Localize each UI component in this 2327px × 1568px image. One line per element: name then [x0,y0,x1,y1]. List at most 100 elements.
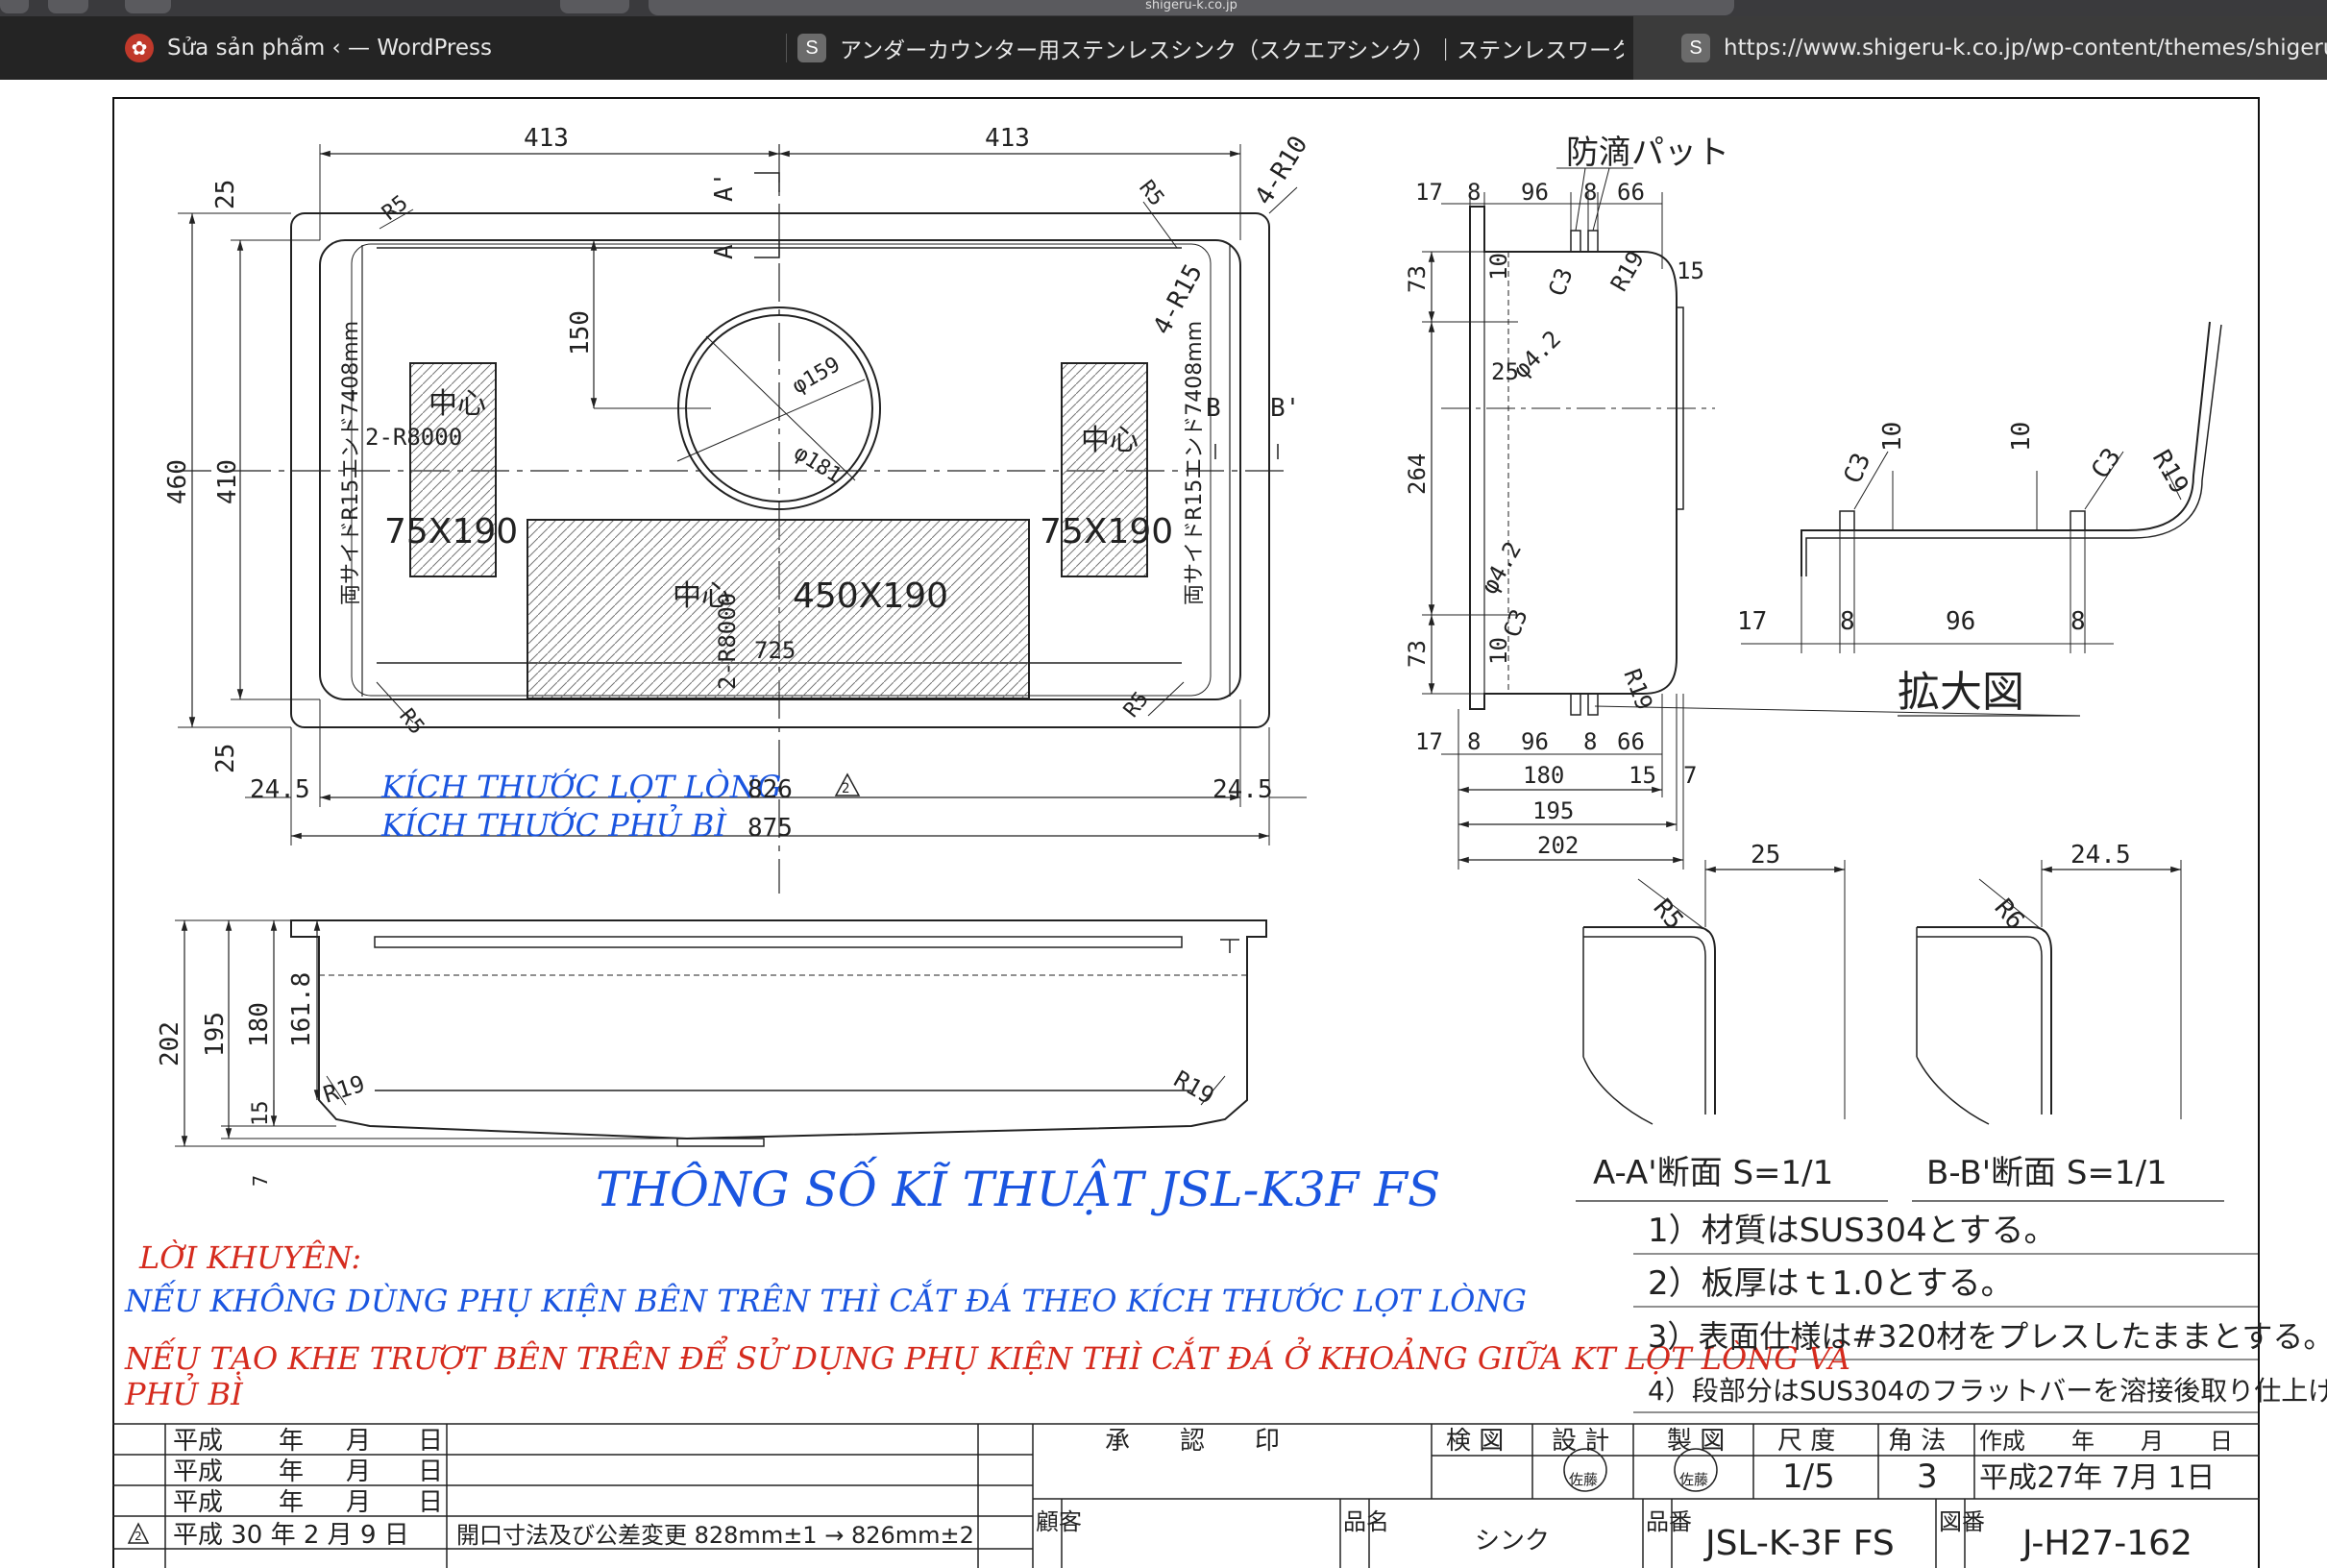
side-dim-25: 25 [1491,358,1519,385]
era-row-1: 平成 [173,1427,223,1456]
dim-460: 460 [163,459,192,504]
side-bot-dim-17: 17 [1415,728,1443,755]
design-stamp: 佐藤 [1569,1471,1598,1488]
section-a2-label: A' [710,172,739,202]
side-dim-15-bottom: 15 [1629,762,1656,789]
day-row-1: 日 [418,1427,443,1456]
dim-24-5-left: 24.5 [250,775,310,804]
month-row-3: 月 [346,1488,371,1517]
dim-410: 410 [213,459,242,504]
side-top-dim-8a: 8 [1467,179,1481,206]
center-pad [527,519,1030,699]
section-aa-dim: 25 [1751,841,1780,870]
product-code: JSL-K-3F FS [1703,1524,1895,1563]
r5-bottom-right: R5 [1119,687,1154,722]
dim-25-bottom: 25 [211,744,240,773]
detail-label: 拡大図 [1898,668,2024,717]
section-bb-radius: R6 [1989,894,2030,935]
side-phi-bottom: φ4.2 [1476,537,1527,599]
revision-row-mark: 2 [135,1530,142,1543]
side-top-dim-96: 96 [1521,179,1549,206]
outer-size-label: KÍCH THƯỚC PHỦ BÌ [380,804,727,844]
side-dim-7: 7 [1683,762,1697,789]
dim-195-front: 195 [201,1012,230,1057]
side-note-left: 両サイドR15エンド7408mm [339,321,363,605]
scale-value: 1/5 [1782,1458,1835,1496]
r19-front-left: R19 [320,1070,368,1109]
dim-4r10: 4-R10 [1249,131,1313,209]
revision-description: 開口寸法及び公差変更 828mm±1 → 826mm±2 [456,1522,974,1549]
detail-r19: R19 [2146,446,2193,500]
drawing-number: J-H27-162 [2021,1524,2192,1563]
front-view-outline [290,919,1267,1140]
section-a-label: A [710,244,739,259]
product-name: シンク [1475,1527,1550,1556]
draw-stamp: 佐藤 [1679,1471,1708,1488]
technical-drawing: 413 413 4-R10 4-R15 R5 R5 R5 R5 25 25 46… [112,124,2327,1568]
detail-dim-8b: 8 [2070,607,2086,636]
side-dim-195: 195 [1532,797,1574,824]
scale-label: 尺 度 [1777,1427,1835,1456]
dim-phi181: φ181 [790,441,845,488]
dim-413-left: 413 [524,124,569,153]
side-bot-dim-8a: 8 [1467,728,1481,755]
year-row-3: 年 [279,1488,304,1517]
month-row-2: 月 [346,1458,371,1486]
note-2: 2）板厚はｔ1.0とする。 [1648,1264,2014,1303]
advice-line-2a: NẾU TẠO KHE TRƯỢT BÊN TRÊN ĐỂ SỬ DỤNG PH… [124,1335,1850,1377]
detail-dim-10-left: 10 [1878,422,1907,452]
dim-202-front: 202 [156,1021,184,1066]
pad-size-center: 450X190 [793,576,948,616]
dim-25-top: 25 [211,180,240,209]
side-r19-top: R19 [1605,246,1650,296]
side-dim-15-top: 15 [1677,257,1704,284]
design-label: 設 計 [1552,1427,1609,1456]
angle-value: 3 [1917,1458,1938,1496]
r5-bottom-left: R5 [394,704,429,739]
dim-15-front: 15 [249,1101,273,1127]
detail-dim-17: 17 [1737,607,1767,636]
dim-24-5-right: 24.5 [1212,775,1273,804]
section-b-label: B [1206,394,1221,423]
era-row-3: 平成 [173,1488,223,1517]
dim-725: 725 [754,637,796,664]
advice-title: LỜI KHUYÊN: [138,1239,361,1276]
year-row-1: 年 [279,1427,304,1456]
created-date: 平成27年 7月 1日 [1979,1461,2215,1495]
revision-mark: 2 [842,781,849,796]
section-b2-label: B' [1270,394,1300,423]
day-row-2: 日 [418,1458,443,1486]
side-bot-dim-66: 66 [1617,728,1645,755]
dim-161-8-front: 161.8 [287,972,316,1047]
draw-label: 製 図 [1667,1427,1725,1456]
side-top-dim-66: 66 [1617,179,1645,206]
detail-c3-right: C3 [2086,443,2127,484]
drawing-no-label: 図番 [1939,1508,1985,1535]
note-4: 4）段部分はSUS304のフラットバーを溶接後取り仕上げとする。 [1648,1375,2327,1407]
client-label: 顧客 [1036,1508,1082,1535]
era-row-2: 平成 [173,1458,223,1486]
side-dim-10-top: 10 [1485,253,1512,281]
day-row-3: 日 [418,1488,443,1517]
side-note-right: 両サイドR15エンド7408mm [1183,321,1207,605]
dim-875: 875 [747,814,793,843]
side-view-title: 防滴パット [1566,134,1729,172]
side-bot-dim-96: 96 [1521,728,1549,755]
detail-dim-8a: 8 [1840,607,1855,636]
side-c3-bottom: C3 [1498,605,1532,641]
spec-title: THÔNG SỐ KĨ THUẬT JSL-K3F FS [596,1155,1440,1217]
dim-r8000-left: 2-R8000 [365,424,462,451]
dim-180-front: 180 [245,1002,274,1047]
side-top-dim-17: 17 [1415,179,1443,206]
dim-826: 826 [747,775,793,804]
dim-7-front: 7 [249,1175,272,1187]
detail-c3-left: C3 [1839,449,1877,487]
side-dim-73-top: 73 [1404,265,1431,293]
dim-150: 150 [566,310,595,355]
created-label: 作成 年 月 日 [1979,1428,2233,1455]
r19-front-right: R19 [1169,1066,1219,1110]
section-bb-dim: 24.5 [2070,841,2131,870]
detail-dim-10-right: 10 [2007,422,2036,452]
note-3: 3）表面仕様は#320材をプレスしたままとする。 [1648,1318,2327,1355]
section-aa-radius: R5 [1648,894,1689,935]
